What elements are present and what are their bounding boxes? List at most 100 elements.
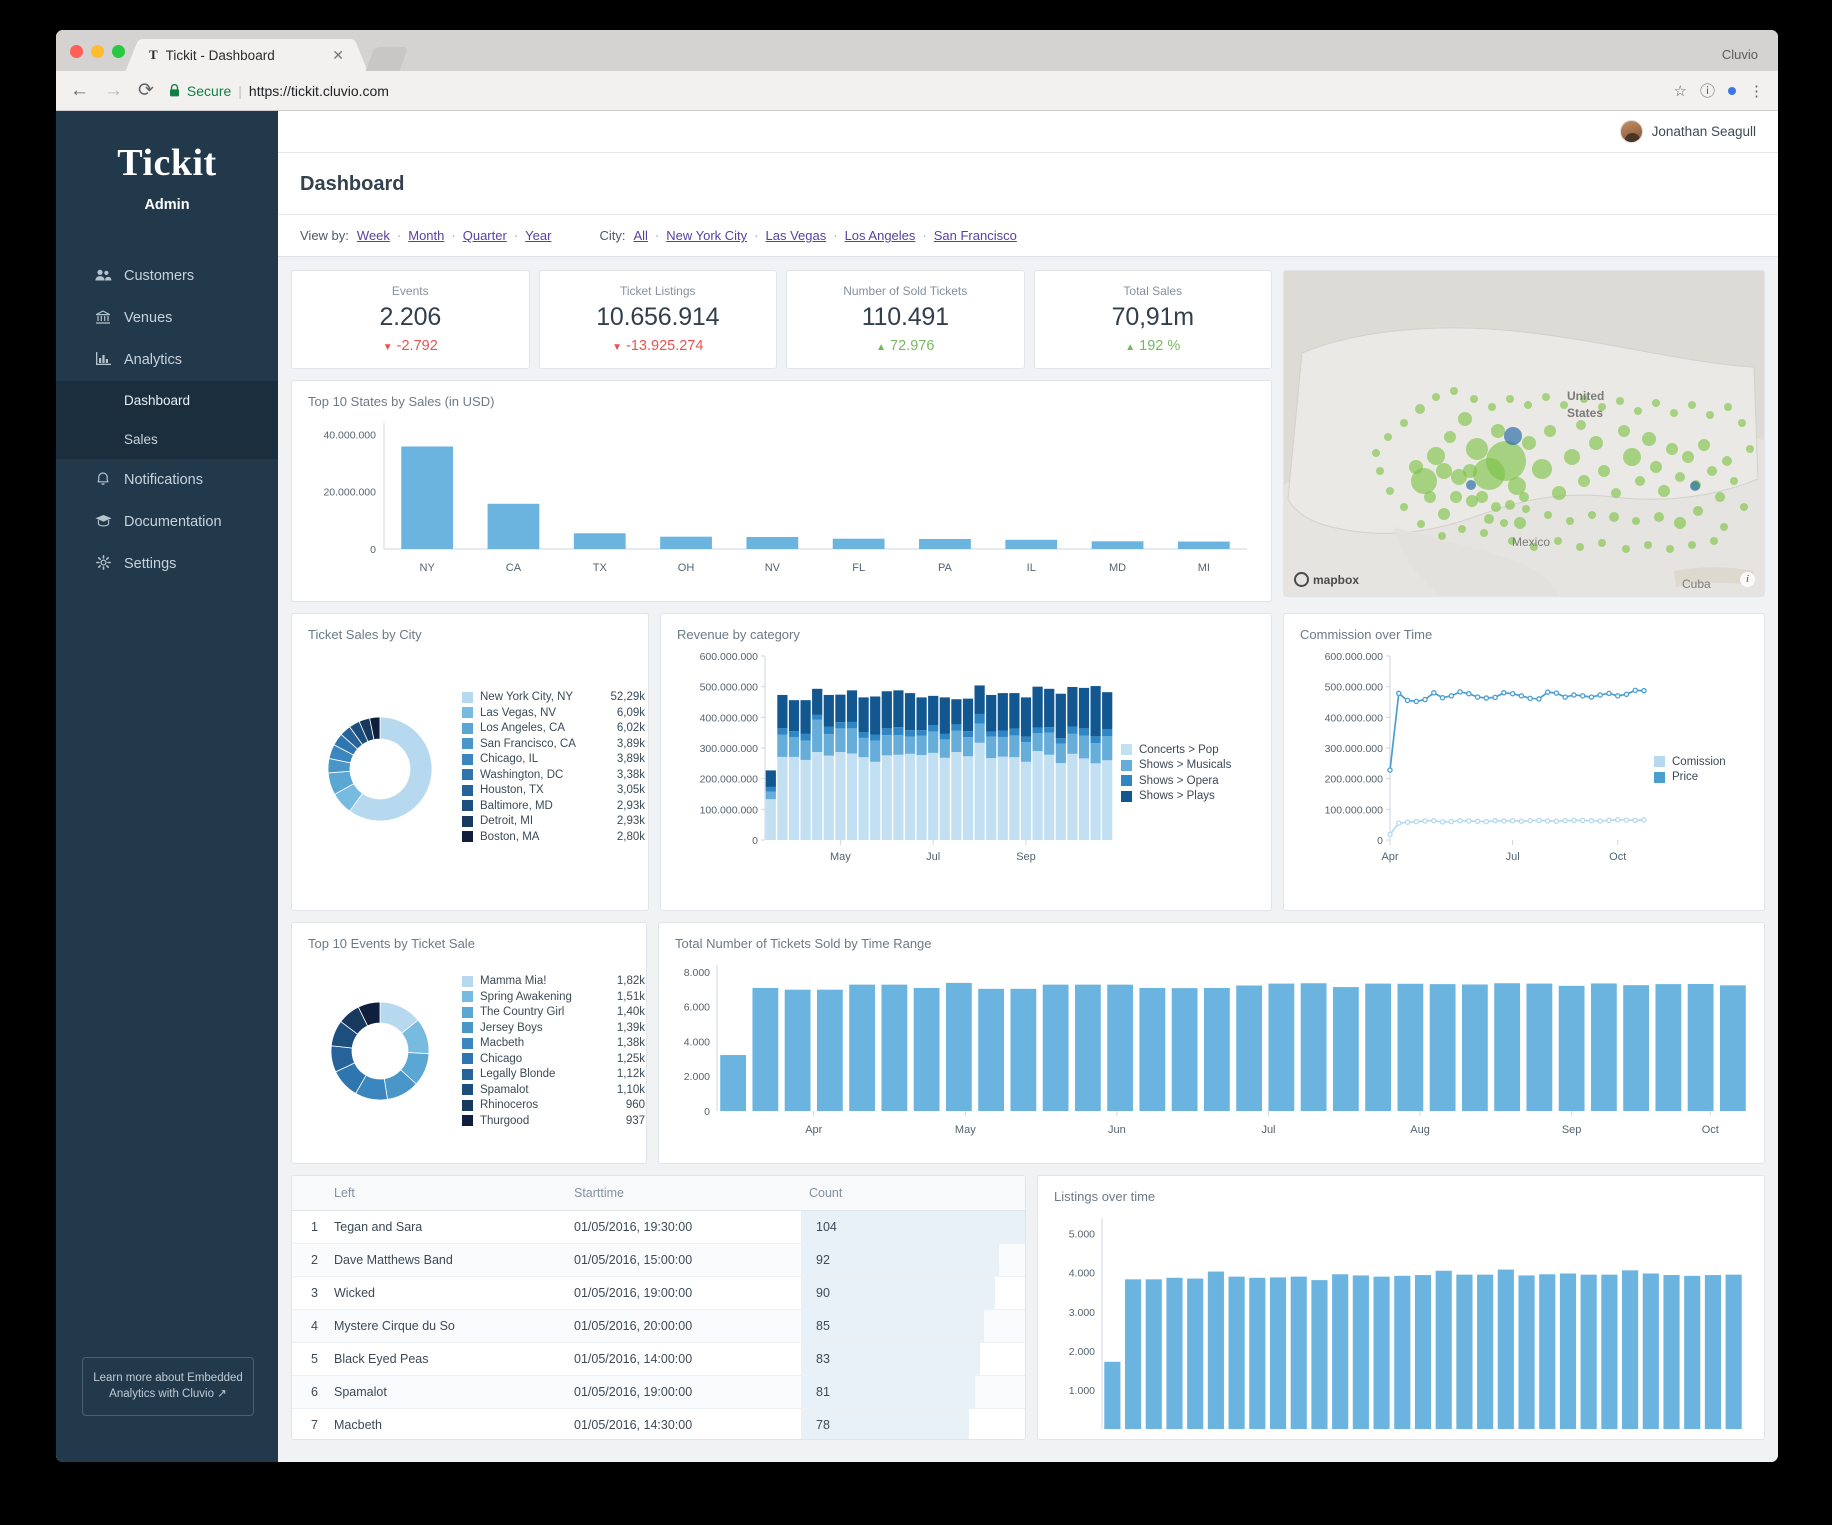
new-tab-button[interactable] xyxy=(365,47,409,71)
map-label-cuba: Cuba xyxy=(1682,577,1711,591)
legend-item[interactable]: Spring Awakening 1,51k xyxy=(462,989,645,1005)
legend-item[interactable]: Detroit, MI 2,93k xyxy=(462,814,645,830)
legend-item[interactable]: Shows > Opera xyxy=(1121,773,1231,789)
filter-city-all[interactable]: All xyxy=(633,228,647,243)
view-by-label: View by: xyxy=(300,228,349,243)
legend-item[interactable]: Shows > Plays xyxy=(1121,789,1231,805)
sidebar-item-settings[interactable]: Settings xyxy=(56,543,278,585)
kpi-label: Ticket Listings xyxy=(619,284,696,298)
close-icon[interactable]: ✕ xyxy=(332,48,344,62)
avatar[interactable] xyxy=(1619,120,1643,143)
legend-item[interactable]: Price xyxy=(1654,770,1726,786)
table-row[interactable]: 2 Dave Matthews Band 01/05/2016, 15:00:00 9… xyxy=(292,1243,1025,1277)
filter-view-year[interactable]: Year xyxy=(525,228,551,243)
legend-label: Mamma Mia! xyxy=(480,975,547,988)
legend-label: Shows > Plays xyxy=(1139,790,1215,803)
table-row[interactable]: 6 Spamalot 01/05/2016, 19:00:00 81 xyxy=(292,1375,1025,1409)
table-header-starttime[interactable]: Starttime xyxy=(566,1176,801,1211)
sidebar-item-customers[interactable]: Customers xyxy=(56,255,278,297)
table-row[interactable]: 1 Tegan and Sara 01/05/2016, 19:30:00 104 xyxy=(292,1210,1025,1244)
legend-item[interactable]: Mamma Mia! 1,82k xyxy=(462,974,645,990)
chart-title: Commission over Time xyxy=(1300,627,1433,642)
filter-view-quarter[interactable]: Quarter xyxy=(463,228,507,243)
separator-dot: · xyxy=(396,228,402,243)
browser-tab[interactable]: T Tickit - Dashboard ✕ xyxy=(139,39,354,71)
sidebar-item-analytics[interactable]: Analytics xyxy=(56,339,278,381)
url-text: https://tickit.cluvio.com xyxy=(248,82,389,99)
filter-city-san-francisco[interactable]: San Francisco xyxy=(934,228,1017,243)
svg-text:300.000.000: 300.000.000 xyxy=(700,743,759,755)
table-header-count[interactable]: Count xyxy=(801,1176,1025,1211)
map-card[interactable]: United States Mexico Cuba mapbox i xyxy=(1283,270,1765,597)
legend-item[interactable]: Washington, DC 3,38k xyxy=(462,767,645,783)
commission-legend: Comission Price xyxy=(1654,754,1726,897)
revenue-legend: Concerts > Pop Shows > Musicals Shows > Op… xyxy=(1121,742,1231,897)
legend-item[interactable]: Chicago 1,25k xyxy=(462,1051,645,1067)
forward-icon[interactable]: → xyxy=(104,81,123,100)
legend-item[interactable]: Los Angeles, CA 6,02k xyxy=(462,721,645,737)
table-header-left[interactable]: Left xyxy=(326,1176,566,1211)
chart-card-top-states: Top 10 States by Sales (in USD) 40.000.0… xyxy=(291,380,1272,602)
mapbox-attribution[interactable]: mapbox xyxy=(1294,572,1359,587)
map-info-icon[interactable]: i xyxy=(1740,572,1755,587)
maximize-window-button[interactable] xyxy=(112,45,125,58)
svg-text:Apr: Apr xyxy=(1381,851,1398,863)
browser-window: T Tickit - Dashboard ✕ Cluvio ← → ⟳ Secu… xyxy=(56,30,1778,1462)
legend-item[interactable]: Houston, TX 3,05k xyxy=(462,783,645,799)
filter-view-month[interactable]: Month xyxy=(408,228,444,243)
legend-item[interactable]: Baltimore, MD 2,93k xyxy=(462,798,645,814)
minimize-window-button[interactable] xyxy=(91,45,104,58)
filter-view-week[interactable]: Week xyxy=(357,228,390,243)
mapbox-logo-icon xyxy=(1294,572,1309,587)
row-starttime: 01/05/2016, 20:00:00 xyxy=(566,1309,801,1343)
cluvio-cta-button[interactable]: Learn more about Embedded Analytics with… xyxy=(82,1356,254,1416)
legend-item[interactable]: Shows > Musicals xyxy=(1121,758,1231,774)
address-input[interactable]: Secure | https://tickit.cluvio.com xyxy=(169,83,1659,99)
close-window-button[interactable] xyxy=(70,45,83,58)
bookmark-star-icon[interactable]: ☆ xyxy=(1674,82,1687,100)
table-row[interactable]: 3 Wicked 01/05/2016, 19:00:00 90 xyxy=(292,1276,1025,1310)
legend-value: 960 xyxy=(625,1099,645,1112)
legend-swatch xyxy=(462,1068,473,1080)
legend-item[interactable]: Chicago, IL 3,89k xyxy=(462,752,645,768)
reload-icon[interactable]: ⟳ xyxy=(138,81,154,100)
legend-item[interactable]: Macbeth 1,38k xyxy=(462,1036,645,1052)
table-row[interactable]: 7 Macbeth 01/05/2016, 14:30:00 78 xyxy=(292,1408,1025,1439)
table-row[interactable]: 5 Black Eyed Peas 01/05/2016, 14:00:00 83 xyxy=(292,1342,1025,1376)
window-controls[interactable] xyxy=(70,45,125,71)
legend-item[interactable]: Boston, MA 2,80k xyxy=(462,829,645,845)
legend-label: Macbeth xyxy=(480,1037,525,1050)
kpi-strip: Events 2.206 ▼ -2.792 Ticket Listings 10… xyxy=(291,270,1272,369)
kpi-card-number-of-sold-tickets: Number of Sold Tickets 110.491 ▲ 72.976 xyxy=(786,270,1025,369)
sidebar-item-venues[interactable]: Venues xyxy=(56,297,278,339)
legend-item[interactable]: Rhinoceros 960 xyxy=(462,1098,645,1114)
sidebar-item-notifications[interactable]: Notifications xyxy=(56,459,278,501)
legend-item[interactable]: Thurgood 937 xyxy=(462,1113,645,1129)
table-row[interactable]: 4 Mystere Cirque du So 01/05/2016, 20:00:0… xyxy=(292,1309,1025,1343)
back-icon[interactable]: ← xyxy=(70,81,89,100)
row-left: Mystere Cirque du So xyxy=(326,1309,566,1343)
legend-item[interactable]: Legally Blonde 1,12k xyxy=(462,1067,645,1083)
legend-item[interactable]: The Country Girl 1,40k xyxy=(462,1005,645,1021)
legend-item[interactable]: Concerts > Pop xyxy=(1121,742,1231,758)
legend-item[interactable]: San Francisco, CA 3,89k xyxy=(462,736,645,752)
legend-item[interactable]: Jersey Boys 1,39k xyxy=(462,1020,645,1036)
sidebar-item-sales[interactable]: Sales xyxy=(56,420,278,459)
profile-dot-icon[interactable] xyxy=(1728,86,1736,95)
legend-label: Chicago, IL xyxy=(480,753,539,766)
info-icon[interactable]: ⓘ xyxy=(1700,80,1715,101)
filter-city-new-york-city[interactable]: New York City xyxy=(666,228,747,243)
svg-text:Jul: Jul xyxy=(1506,851,1520,863)
filter-city-los-angeles[interactable]: Los Angeles xyxy=(845,228,916,243)
filter-city-las-vegas[interactable]: Las Vegas xyxy=(766,228,827,243)
users-icon xyxy=(94,268,112,284)
browser-menu-icon[interactable]: ⋮ xyxy=(1749,82,1764,100)
legend-item[interactable]: Las Vegas, NV 6,09k xyxy=(462,705,645,721)
sidebar-item-dashboard[interactable]: Dashboard xyxy=(56,381,278,420)
sidebar-item-documentation[interactable]: Documentation xyxy=(56,501,278,543)
dashboard-row-3: Top 10 Events by Ticket Sale Mamma Mia! 1… xyxy=(291,922,1765,1164)
legend-item[interactable]: Spamalot 1,10k xyxy=(462,1082,645,1098)
legend-swatch xyxy=(462,722,473,734)
legend-item[interactable]: Comission xyxy=(1654,754,1726,770)
legend-item[interactable]: New York City, NY 52,29k xyxy=(462,690,645,706)
